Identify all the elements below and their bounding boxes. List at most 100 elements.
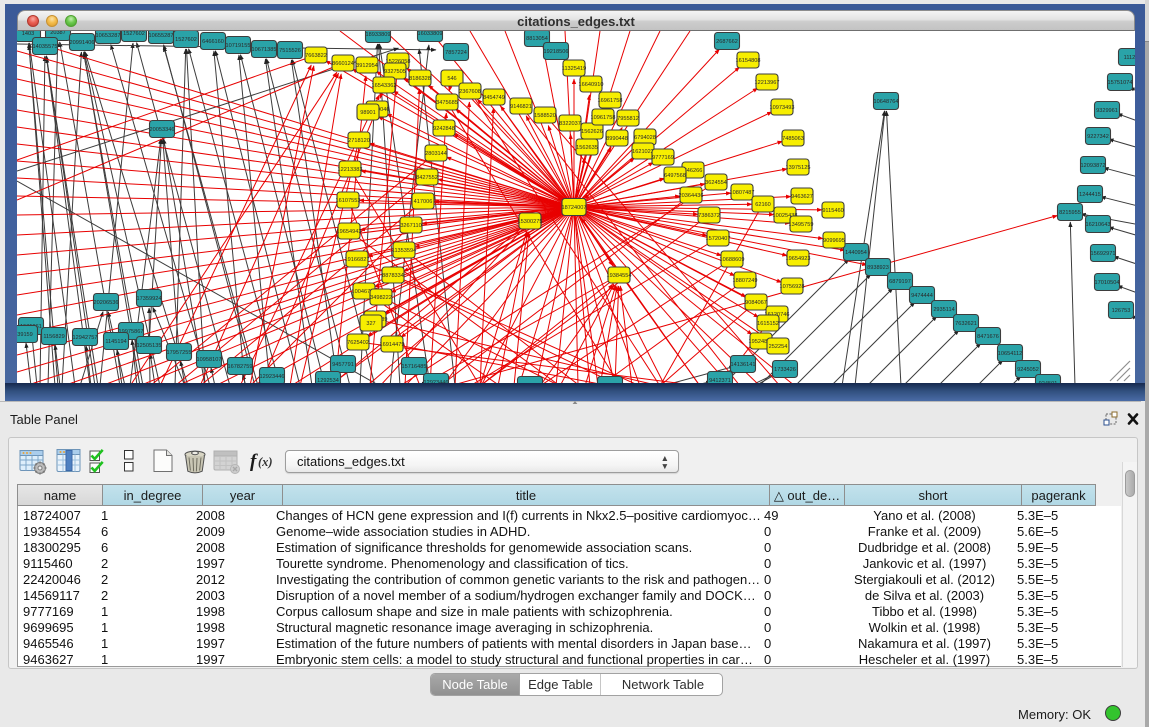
svg-text:10688609: 10688609 <box>720 257 745 263</box>
svg-text:11325419: 11325419 <box>562 66 586 72</box>
svg-text:20991406: 20991406 <box>70 40 95 46</box>
svg-text:16107553: 16107553 <box>336 198 361 204</box>
svg-text:20387: 20387 <box>50 31 66 36</box>
svg-text:16782759: 16782759 <box>228 364 253 370</box>
svg-text:98901: 98901 <box>360 110 376 116</box>
svg-text:8938923: 8938923 <box>867 265 889 271</box>
svg-text:2803144: 2803144 <box>425 151 447 157</box>
svg-text:7485063: 7485063 <box>782 136 804 142</box>
svg-text:19166827: 19166827 <box>345 257 370 263</box>
svg-text:8322037: 8322037 <box>559 121 581 127</box>
svg-text:1145194: 1145194 <box>105 339 126 345</box>
svg-text:6794028: 6794028 <box>634 135 656 141</box>
svg-text:9777169: 9777169 <box>652 155 674 161</box>
svg-text:16543362: 16543362 <box>372 83 397 89</box>
svg-text:2687662: 2687662 <box>716 39 738 45</box>
svg-text:6466160: 6466160 <box>202 39 224 45</box>
svg-text:14136141: 14136141 <box>731 362 756 368</box>
svg-text:10653287: 10653287 <box>96 33 121 39</box>
svg-text:8660124: 8660124 <box>332 61 354 67</box>
svg-text:8454749: 8454749 <box>483 95 505 101</box>
svg-text:7515526: 7515526 <box>279 48 301 54</box>
svg-text:12093872: 12093872 <box>1081 163 1106 169</box>
svg-text:3267110: 3267110 <box>400 223 421 229</box>
svg-text:15720407: 15720407 <box>706 236 731 242</box>
svg-text:9099695: 9099695 <box>823 238 845 244</box>
svg-text:1621022: 1621022 <box>632 149 654 155</box>
svg-text:13975125: 13975125 <box>786 165 811 171</box>
svg-text:9146821: 9146821 <box>510 104 532 110</box>
svg-text:19218506: 19218506 <box>544 49 569 55</box>
svg-text:9463627: 9463627 <box>791 194 813 200</box>
svg-text:11123: 11123 <box>1124 55 1135 61</box>
svg-text:12942757: 12942757 <box>73 335 98 341</box>
svg-text:9084067: 9084067 <box>745 300 767 306</box>
svg-text:17010504: 17010504 <box>1095 280 1120 286</box>
svg-text:10961758: 10961758 <box>591 115 616 121</box>
svg-text:16033809: 16033809 <box>418 31 443 37</box>
svg-text:12213967: 12213967 <box>755 80 780 86</box>
svg-text:7632621: 7632621 <box>955 321 977 327</box>
svg-text:15300275: 15300275 <box>518 219 543 225</box>
svg-text:16154808: 16154808 <box>736 58 761 64</box>
svg-text:8878334: 8878334 <box>382 273 404 279</box>
svg-text:39159: 39159 <box>17 332 33 338</box>
svg-text:8186328: 8186328 <box>409 76 431 82</box>
svg-text:17359924: 17359924 <box>137 296 162 302</box>
svg-text:3475685: 3475685 <box>436 100 458 106</box>
svg-text:20053346: 20053346 <box>150 127 175 133</box>
svg-text:19384554: 19384554 <box>607 273 632 279</box>
svg-text:7625402: 7625402 <box>347 340 369 346</box>
svg-text:546: 546 <box>447 76 456 82</box>
svg-text:15751074: 15751074 <box>1108 80 1133 86</box>
svg-text:1244415: 1244415 <box>1079 192 1101 198</box>
svg-text:12213383: 12213383 <box>338 167 363 173</box>
svg-text:12923446: 12923446 <box>424 380 449 383</box>
svg-text:10958107: 10958107 <box>197 357 222 363</box>
svg-text:7386372: 7386372 <box>698 213 720 219</box>
svg-text:7955812: 7955812 <box>617 116 639 122</box>
svg-text:16961758: 16961758 <box>598 98 623 104</box>
svg-text:2718120: 2718120 <box>348 138 370 144</box>
svg-text:62160: 62160 <box>755 202 771 208</box>
svg-text:15692971: 15692971 <box>1091 251 1116 257</box>
svg-text:1588520: 1588520 <box>534 113 556 119</box>
svg-text:9412371: 9412371 <box>709 378 731 383</box>
svg-text:1292534: 1292534 <box>317 378 339 383</box>
svg-text:19654923: 19654923 <box>786 256 811 262</box>
svg-text:16914479: 16914479 <box>380 342 405 348</box>
svg-text:10654112: 10654112 <box>998 351 1022 357</box>
svg-text:19654943: 19654943 <box>337 229 362 235</box>
svg-text:8215955: 8215955 <box>1059 210 1081 216</box>
svg-text:6497568: 6497568 <box>664 173 686 179</box>
svg-text:924501: 924501 <box>1039 381 1058 383</box>
svg-text:3912954: 3912954 <box>356 63 378 69</box>
svg-text:18807249: 18807249 <box>733 278 758 284</box>
svg-text:1615152: 1615152 <box>757 321 779 327</box>
svg-text:10756928: 10756928 <box>780 284 805 290</box>
svg-text:12505135: 12505135 <box>137 343 162 349</box>
svg-text:327: 327 <box>366 321 375 327</box>
svg-text:10655287: 10655287 <box>149 33 174 39</box>
svg-text:9474444: 9474444 <box>911 293 933 299</box>
svg-text:9457791: 9457791 <box>332 362 354 368</box>
svg-text:252254: 252254 <box>769 344 788 350</box>
svg-text:1440954: 1440954 <box>845 250 867 256</box>
svg-text:10719155: 10719155 <box>226 43 251 49</box>
svg-text:417006: 417006 <box>414 199 433 205</box>
svg-text:14035575: 14035575 <box>33 44 58 50</box>
svg-text:9242848: 9242848 <box>433 126 455 132</box>
svg-text:8427552: 8427552 <box>416 175 438 181</box>
svg-text:10807487: 10807487 <box>730 190 755 196</box>
svg-text:20206536: 20206536 <box>94 300 119 306</box>
svg-text:16640910: 16640910 <box>579 82 604 88</box>
svg-text:6879197: 6879197 <box>889 279 911 285</box>
svg-text:3498222: 3498222 <box>370 295 392 301</box>
svg-text:10973493: 10973493 <box>770 105 795 111</box>
svg-text:8471676: 8471676 <box>977 334 999 340</box>
svg-text:18933809: 18933809 <box>366 32 391 38</box>
svg-text:9329961: 9329961 <box>1096 108 1118 114</box>
svg-text:13495759: 13495759 <box>789 222 814 228</box>
svg-text:8990448: 8990448 <box>606 136 628 142</box>
svg-text:1562635: 1562635 <box>576 145 598 151</box>
